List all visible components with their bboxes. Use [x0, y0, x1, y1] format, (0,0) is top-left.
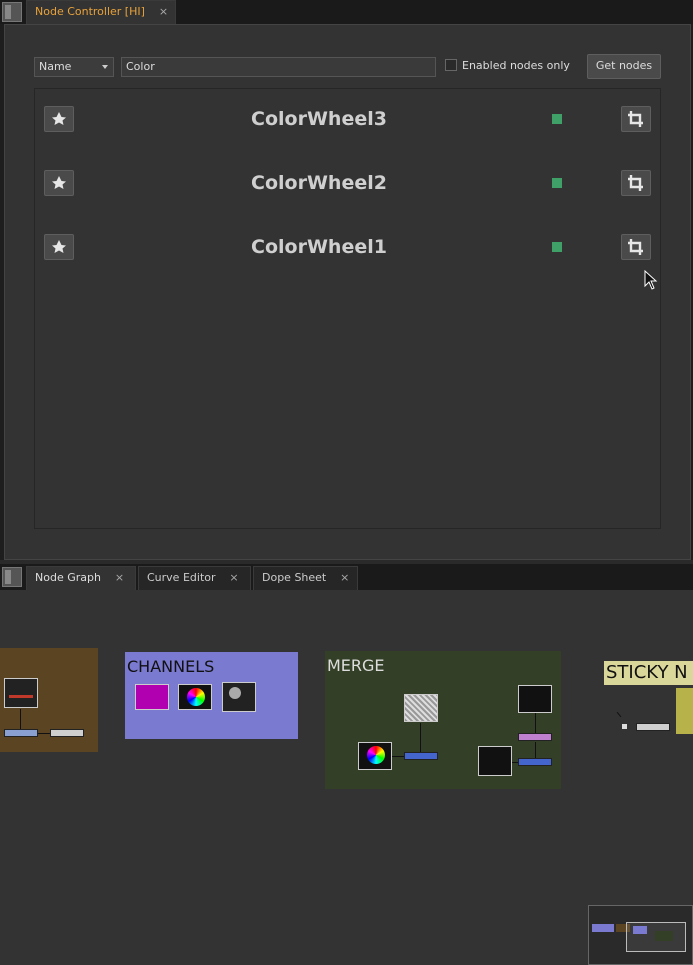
node-graph-canvas[interactable]: CHANNELS MERGE STICKY N [0, 590, 693, 965]
node-name: ColorWheel1 [251, 236, 387, 258]
tab-curve-editor[interactable]: Curve Editor × [138, 566, 251, 590]
crop-icon [628, 175, 643, 191]
crop-icon [628, 111, 643, 127]
dot-node[interactable] [622, 724, 627, 729]
enabled-only-label: Enabled nodes only [462, 59, 570, 72]
node-name: ColorWheel2 [251, 172, 387, 194]
node-connection [616, 711, 622, 718]
node-connection [20, 709, 21, 729]
crop-icon [628, 239, 643, 255]
minimap-backdrop [592, 924, 614, 932]
select-node-button[interactable] [44, 170, 74, 196]
node-thumbnail[interactable] [404, 694, 438, 722]
tab-dope-sheet[interactable]: Dope Sheet × [253, 566, 358, 590]
node-connection [535, 742, 536, 758]
tab-label: Dope Sheet [262, 571, 327, 584]
chevron-down-icon [102, 65, 108, 69]
pin-icon [52, 240, 66, 253]
pin-icon [52, 112, 66, 125]
select-node-button[interactable] [44, 234, 74, 260]
node-thumbnail[interactable] [135, 684, 169, 710]
node-thumbnail[interactable] [478, 746, 512, 776]
get-nodes-button[interactable]: Get nodes [587, 54, 661, 79]
mouse-cursor-icon [644, 270, 658, 290]
pin-icon [52, 176, 66, 189]
enabled-status-indicator [552, 178, 562, 188]
close-icon[interactable]: × [112, 571, 126, 585]
sticky-note[interactable]: STICKY N [604, 661, 693, 685]
node-connection [420, 723, 421, 753]
enabled-only-checkbox[interactable] [445, 59, 457, 71]
close-icon[interactable]: × [156, 5, 170, 19]
graph-node[interactable] [404, 752, 438, 760]
node-thumbnail[interactable] [518, 685, 552, 713]
graph-node[interactable] [50, 729, 84, 737]
tab-label: Node Graph [35, 571, 101, 584]
tab-label: Curve Editor [147, 571, 216, 584]
sticky-note-body [676, 688, 693, 734]
node-thumbnail[interactable] [178, 684, 212, 710]
crop-node-button[interactable] [621, 170, 651, 196]
filter-type-value: Name [39, 60, 72, 73]
graph-navigator-minimap[interactable] [588, 905, 693, 965]
pane-menu-handle[interactable] [2, 2, 22, 22]
tab-node-controller[interactable]: Node Controller [HI] × [26, 0, 176, 24]
graph-node[interactable] [518, 758, 552, 766]
node-connection [535, 713, 536, 733]
node-thumbnail[interactable] [222, 682, 256, 712]
bottom-tab-bar: Node Graph × Curve Editor × Dope Sheet × [0, 564, 693, 590]
node-name: ColorWheel3 [251, 108, 387, 130]
graph-node[interactable] [4, 729, 38, 737]
node-connection [392, 756, 404, 757]
pane-menu-handle[interactable] [2, 567, 22, 587]
search-input[interactable]: Color [121, 57, 436, 77]
tab-node-graph[interactable]: Node Graph × [26, 566, 136, 590]
top-tab-bar: Node Controller [HI] × [0, 0, 693, 24]
graph-node[interactable] [518, 733, 552, 741]
node-connection [38, 733, 50, 734]
enabled-status-indicator [552, 242, 562, 252]
enabled-status-indicator [552, 114, 562, 124]
node-list: ColorWheel3 ColorWheel2 ColorWheel1 [34, 88, 661, 529]
close-icon[interactable]: × [227, 571, 241, 585]
search-input-value: Color [126, 60, 155, 73]
close-icon[interactable]: × [338, 571, 352, 585]
minimap-viewport[interactable] [626, 922, 686, 952]
node-thumbnail[interactable] [358, 742, 392, 770]
select-node-button[interactable] [44, 106, 74, 132]
graph-node[interactable] [636, 723, 670, 731]
tab-label: Node Controller [HI] [35, 5, 145, 18]
node-thumbnail[interactable] [4, 678, 38, 708]
filter-type-dropdown[interactable]: Name [34, 57, 114, 77]
crop-node-button[interactable] [621, 234, 651, 260]
crop-node-button[interactable] [621, 106, 651, 132]
